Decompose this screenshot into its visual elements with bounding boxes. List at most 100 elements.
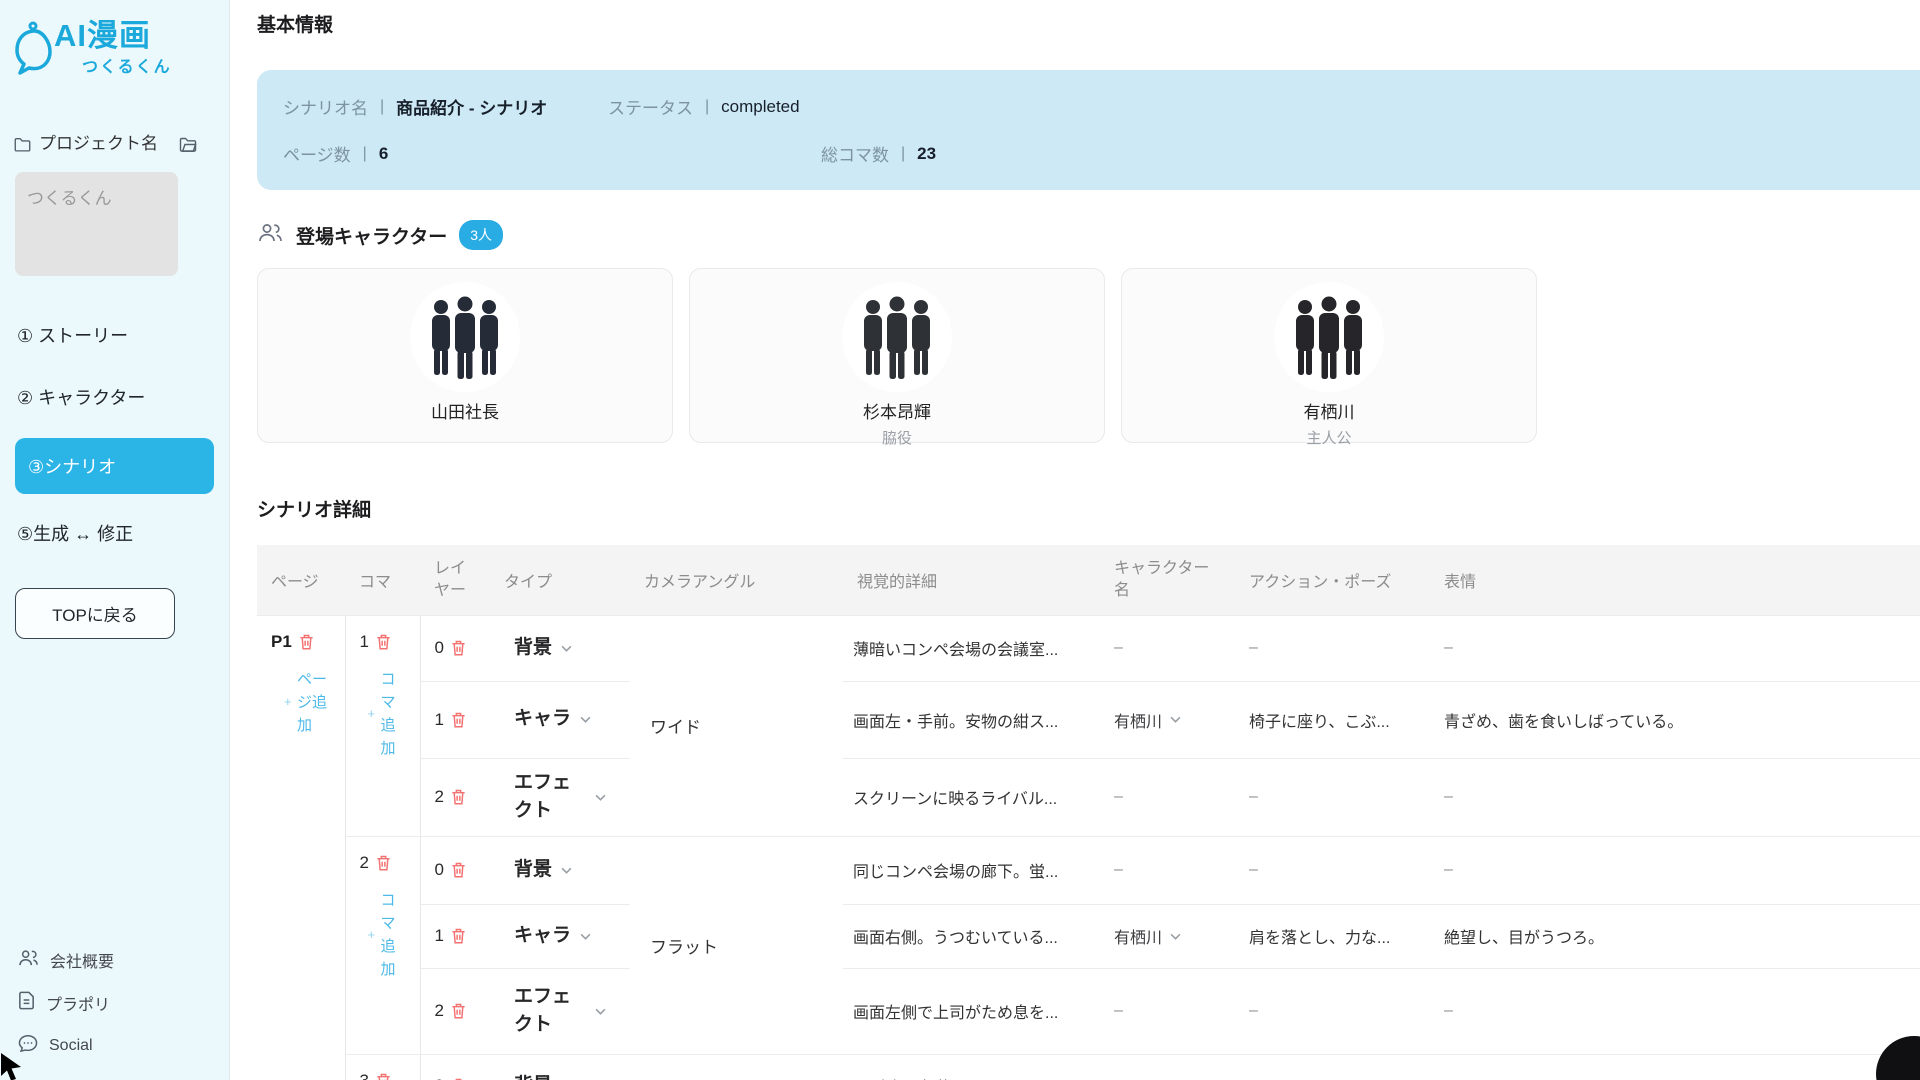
status-field: ステータス | completed [608, 94, 800, 119]
add-koma-label: コマ追加 [381, 668, 398, 761]
character-cell: – [1100, 758, 1235, 836]
chevron-down-icon [580, 933, 591, 940]
folder-open-icon[interactable] [179, 137, 197, 152]
character-select[interactable]: 有栖川 [1114, 924, 1235, 948]
type-select[interactable]: キャラ [514, 705, 630, 734]
sidebar-item-story[interactable]: ① ストーリー [0, 312, 229, 358]
layer-id: 1 [435, 926, 444, 946]
chevron-down-icon [1170, 933, 1181, 940]
type-value: エフェクト [514, 769, 586, 826]
layer-id: 0 [435, 1076, 444, 1080]
col-action-pose: アクション・ポーズ [1235, 545, 1430, 615]
sidebar-item-generate-fix[interactable]: ⑤生成 ↔ 修正 [0, 510, 229, 556]
character-cards: 山田社長 杉本昂輝 脇役 [257, 268, 1920, 443]
type-value: エフェクト [514, 983, 586, 1040]
panel-count-value: 23 [917, 144, 936, 164]
footer-item-label: プラポリ [46, 991, 110, 1015]
type-cell: 背景 [490, 836, 630, 904]
col-layer-label: レイヤー [434, 558, 470, 601]
table-header-row: ページ コマ レイヤー タイプ カメラアングル 視覚的詳細 キャラクター名 アク… [257, 545, 1920, 615]
basic-info-heading: 基本情報 [257, 10, 1920, 37]
chevron-down-icon [595, 1008, 606, 1015]
sidebar-item-character[interactable]: ② キャラクター [0, 374, 229, 420]
logo-text: AI漫画 つくるくん [54, 20, 172, 77]
type-select[interactable]: エフェクト [514, 983, 630, 1040]
action-pose-cell: – [1235, 1054, 1430, 1080]
footer-item-social[interactable]: Social [18, 1034, 114, 1058]
type-value: 背景 [514, 634, 552, 663]
type-select[interactable]: キャラ [514, 922, 630, 951]
table-row: P1 + ページ追加 1 [257, 615, 1920, 681]
sidebar: AI漫画 つくるくん プロジェクト名 ① ストーリー ② キャラクター ③シナリ… [0, 0, 230, 1080]
delete-layer-icon[interactable] [451, 712, 466, 728]
delete-layer-icon[interactable] [451, 640, 466, 656]
delete-koma-icon[interactable] [376, 634, 391, 650]
delete-layer-icon[interactable] [451, 789, 466, 805]
col-camera: カメラアングル [630, 545, 843, 615]
koma-cell: 3 [345, 1054, 420, 1080]
delete-koma-icon[interactable] [376, 855, 391, 871]
plus-icon: + [284, 692, 292, 712]
add-koma-link[interactable]: + コマ追加 [368, 668, 400, 761]
type-cell: エフェクト [490, 758, 630, 836]
separator: | [380, 98, 384, 116]
project-name-input[interactable] [15, 172, 178, 276]
add-page-link[interactable]: + ページ追加 [284, 668, 332, 738]
project-name-row: プロジェクト名 [14, 133, 215, 156]
characters-header: 登場キャラクター 3人 [257, 220, 1920, 250]
sidebar-item-scenario[interactable]: ③シナリオ [15, 438, 214, 494]
page-count-label: ページ数 [283, 141, 351, 166]
character-select[interactable]: 有栖川 [1114, 708, 1235, 732]
visual-detail-cell: 薄暗いコンペ会場の会議室... [843, 615, 1100, 681]
delete-layer-icon[interactable] [451, 1003, 466, 1019]
delete-layer-icon[interactable] [451, 862, 466, 878]
panel-count-field: 総コマ数 | 23 [821, 141, 936, 166]
type-select[interactable]: 背景 [514, 856, 630, 885]
add-koma-link[interactable]: + コマ追加 [368, 889, 400, 982]
type-select[interactable]: 背景 [514, 634, 630, 663]
type-select[interactable]: 背景 [514, 1072, 630, 1080]
logo-line1: AI漫画 [54, 20, 172, 51]
chevron-down-icon [580, 716, 591, 723]
plus-icon: + [368, 704, 376, 724]
action-pose-cell: – [1235, 758, 1430, 836]
document-icon [18, 991, 35, 1015]
scenario-name-label: シナリオ名 [283, 94, 368, 119]
type-cell: キャラ [490, 904, 630, 968]
visual-detail-cell: 画面右側。うつむいている... [843, 904, 1100, 968]
footer-item-company[interactable]: 会社概要 [18, 948, 114, 972]
delete-page-icon[interactable] [299, 634, 314, 650]
scenario-name-field: シナリオ名 | 商品紹介 - シナリオ [283, 94, 608, 119]
type-value: キャラ [514, 705, 571, 734]
koma-id: 3 [360, 1071, 369, 1080]
col-character-label: キャラクター名 [1114, 558, 1212, 601]
character-card[interactable]: 有栖川 主人公 [1121, 268, 1537, 443]
character-card[interactable]: 山田社長 [257, 268, 673, 443]
action-pose-cell: – [1235, 615, 1430, 681]
layer-cell: 0 [420, 836, 490, 904]
camera-angle-cell [630, 1054, 843, 1080]
character-avatar [1274, 282, 1384, 392]
scenario-name-value: 商品紹介 - シナリオ [396, 94, 547, 119]
character-role: 主人公 [1306, 427, 1351, 448]
mouse-cursor [0, 1051, 25, 1080]
type-cell: 背景 [490, 1054, 630, 1080]
delete-koma-icon[interactable] [376, 1073, 391, 1080]
plus-icon: + [368, 925, 376, 945]
folder-icon[interactable] [14, 137, 31, 152]
table-row: 2 エフェクト 画面左側で上司がため息を... – – – [257, 968, 1920, 1054]
col-visual-detail: 視覚的詳細 [843, 545, 1100, 615]
back-to-top-button[interactable]: TOPに戻る [15, 588, 175, 639]
footer-item-policy[interactable]: プラポリ [18, 991, 114, 1015]
layer-id: 2 [435, 787, 444, 807]
layer-id: 2 [435, 1001, 444, 1021]
layer-cell: 0 [420, 615, 490, 681]
visual-detail-cell: 画面左側で上司がため息を... [843, 968, 1100, 1054]
delete-layer-icon[interactable] [451, 928, 466, 944]
action-pose-cell: – [1235, 836, 1430, 904]
footer-item-label: 会社概要 [50, 948, 114, 972]
type-select[interactable]: エフェクト [514, 769, 630, 826]
main-content: 基本情報 シナリオ名 | 商品紹介 - シナリオ ステータス | complet… [230, 0, 1920, 1080]
table-row: 1 キャラ 画面左・手前。安物の紺ス... 有栖川 [257, 681, 1920, 758]
character-card[interactable]: 杉本昂輝 脇役 [689, 268, 1105, 443]
